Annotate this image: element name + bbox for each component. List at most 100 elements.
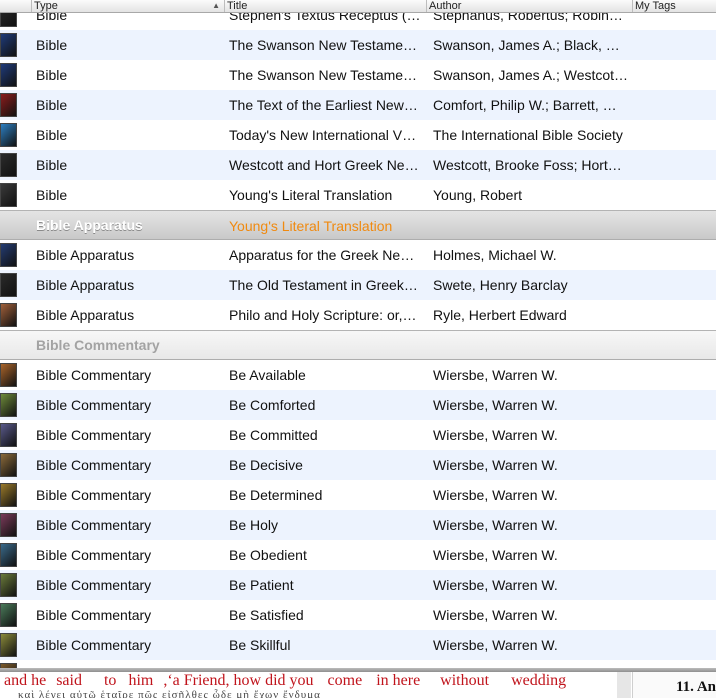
english-interlinear-line: and he said to him ,‘a Friend, how did you co… [4,672,566,690]
table-row[interactable]: Bible Commentary Be Holy Wiersbe, Warren W… [0,510,716,540]
cell-title: Be Strong [229,660,421,668]
cell-title: Be Patient [229,577,294,593]
cell-author: Wiersbe, Warren W. [433,607,558,623]
library-list[interactable]: Bible Stephen's Textus Receptus (… Stephan… [0,13,716,668]
cell-type: Bible Commentary [36,660,222,668]
table-row[interactable]: Bible The Text of the Earliest New… Comfor… [0,90,716,120]
book-cover-icon [0,573,17,597]
cell-author: The International Bible Society [433,127,623,143]
column-cover[interactable] [0,0,32,12]
cell-type: Bible Commentary [36,457,152,473]
cell-type: Bible [36,157,68,173]
cell-type: Bible Apparatus [36,277,135,293]
cell-type: Bible Commentary [36,547,152,563]
library-list-content: Bible Stephen's Textus Receptus (… Stephan… [0,13,716,668]
cell-type: Bible [36,37,68,53]
cell-author: Wiersbe, Warren W. [433,397,558,413]
table-row[interactable]: Bible Apparatus Philo and Holy Scripture:… [0,300,716,330]
table-row[interactable]: Bible Commentary Be Committed Wiersbe, War… [0,420,716,450]
cell-title: Be Determined [229,487,323,503]
cell-author: Wiersbe, Warren W. [433,367,558,383]
cell-author: Wiersbe, Warren W. [433,427,558,443]
cell-title: Stephen's Textus Receptus (… [229,13,421,23]
cell-author: Wiersbe, Warren W. [433,547,558,563]
book-cover-icon [0,453,17,477]
cell-author: Ryle, Herbert Edward [433,307,567,323]
table-row[interactable]: Bible Commentary Be Decisive Wiersbe, Warr… [0,450,716,480]
reader-side-pane: 11. And [617,672,716,698]
cell-type: Bible Commentary [36,487,152,503]
cell-author: Holmes, Michael W. [433,247,557,263]
table-row[interactable]: Bible Apparatus Apparatus for the Greek N… [0,240,716,270]
table-row[interactable]: Bible Commentary Be Satisfied Wiersbe, War… [0,600,716,630]
table-row[interactable]: Bible Commentary Be Available Wiersbe, War… [0,360,716,390]
greek-interlinear-line: καὶ λέγει αὐτῷ ἑταῖρε πῶς εἰσῆλθες ὧδε μ… [18,689,321,698]
table-row[interactable]: Bible The Swanson New Testame… Swanson, Ja… [0,30,716,60]
table-row[interactable]: Bible Commentary Be Patient Wiersbe, Warre… [0,570,716,600]
table-row[interactable]: Bible Westcott and Hort Greek Ne… Westcott… [0,150,716,180]
table-row[interactable]: Bible Commentary Be Strong Wiersbe, Warren… [0,660,716,668]
book-cover-icon [0,243,17,267]
cell-type: Bible Commentary [36,637,152,653]
cell-author: Comfort, Philip W.; Barrett, … [433,97,617,113]
column-title-label: Title [227,0,248,12]
table-row[interactable]: Bible Today's New International V… The Int… [0,120,716,150]
group-name: Bible Apparatus [36,217,143,233]
book-cover-icon [0,183,17,207]
cell-title: Today's New International V… [229,127,417,143]
cell-author: Wiersbe, Warren W. [433,487,558,503]
cell-author: Wiersbe, Warren W. [433,660,631,668]
table-row[interactable]: Bible The Swanson New Testame… Swanson, Ja… [0,60,716,90]
cell-author: Swanson, James A.; Black, M… [433,37,631,53]
interlinear-word[interactable]: wedding [511,672,566,689]
cell-title: The Swanson New Testame… [229,37,418,53]
cell-author: Young, Robert [433,187,522,203]
interlinear-word[interactable]: come [328,672,363,689]
cell-type: Bible Commentary [36,577,152,593]
cell-author: Wiersbe, Warren W. [433,457,558,473]
column-type[interactable]: Type ▲ [32,0,225,12]
table-row[interactable]: Bible Stephen's Textus Receptus (… Stephan… [0,13,716,30]
book-cover-icon [0,603,17,627]
cell-title: Young's Literal Translation [229,187,393,203]
book-cover-icon [0,483,17,507]
interlinear-word[interactable]: him [128,672,153,689]
column-title[interactable]: Title [225,0,427,12]
group-header[interactable]: Bible Apparatus Young's Literal Translati… [0,210,716,240]
interlinear-word[interactable]: and he [4,672,46,689]
table-row[interactable]: Bible Apparatus The Old Testament in Gree… [0,270,716,300]
table-row[interactable]: Bible Young's Literal Translation Young, R… [0,180,716,210]
table-row[interactable]: Bible Commentary Be Comforted Wiersbe, War… [0,390,716,420]
column-tags-label: My Tags [635,0,676,12]
cell-type: Bible Apparatus [36,247,135,263]
group-header[interactable]: Bible Commentary [0,330,716,360]
cell-type: Bible [36,187,68,203]
verse-reference: 11. And [676,679,716,695]
book-cover-icon [0,633,17,657]
interlinear-word[interactable]: ‘a Friend, how did you [167,672,313,689]
cell-author: Stephanus, Robertus; Robin… [433,13,623,23]
cell-author: Wiersbe, Warren W. [433,577,558,593]
cell-author: Wiersbe, Warren W. [433,517,558,533]
table-row[interactable]: Bible Commentary Be Obedient Wiersbe, Warr… [0,540,716,570]
table-row[interactable]: Bible Commentary Be Skillful Wiersbe, Warr… [0,630,716,660]
book-cover-icon [0,13,17,27]
book-cover-icon [0,93,17,117]
cell-title: Be Holy [229,517,279,533]
group-selected-title: Young's Literal Translation [229,218,393,234]
column-my-tags[interactable]: My Tags [633,0,716,12]
book-cover-icon [0,393,17,417]
interlinear-word[interactable]: without [440,672,489,689]
cell-type: Bible Commentary [36,397,152,413]
book-cover-icon [0,303,17,327]
book-cover-icon [0,273,17,297]
table-row[interactable]: Bible Commentary Be Determined Wiersbe, Wa… [0,480,716,510]
cell-title: Be Comforted [229,397,316,413]
interlinear-word[interactable]: to [104,672,116,689]
book-cover-icon [0,513,17,537]
interlinear-word[interactable]: said [56,672,82,689]
column-author[interactable]: Author [427,0,633,12]
column-header: Type ▲ Title Author My Tags [0,0,716,13]
cell-type: Bible Commentary [36,517,152,533]
interlinear-word[interactable]: in here [376,672,420,689]
